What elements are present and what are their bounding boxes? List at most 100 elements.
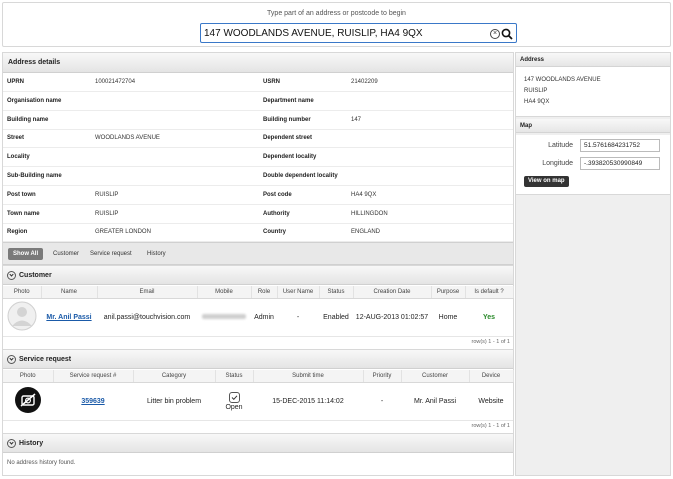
check-icon (228, 391, 240, 403)
detail-row: Post town RUISLIP Post code HA4 9QX (3, 186, 513, 205)
search-icon[interactable] (501, 28, 513, 40)
detail-label: USRN (263, 79, 281, 85)
column-header: Creation Date (353, 286, 432, 299)
customer-table-header: Photo Name Email Mobile Role User Name Status C… (3, 286, 514, 299)
detail-row: UPRN 100021472704 USRN 21402209 (3, 73, 513, 92)
customer-purpose: Home (431, 298, 465, 337)
detail-label: Post code (263, 191, 292, 198)
detail-label: Sub-Building name (7, 173, 62, 179)
customer-creation-date: 12-AUG-2013 01:02:57 (353, 298, 431, 337)
latitude-field[interactable] (580, 139, 660, 152)
column-header: Is default ? (465, 286, 514, 299)
detail-label: Dependent locality (263, 154, 317, 161)
detail-label: Building name (7, 116, 49, 123)
tab-customer[interactable]: Customer (53, 248, 79, 260)
detail-value: RUISLIP (95, 210, 119, 217)
customer-mobile (197, 298, 251, 337)
address-details-header: Address details (3, 53, 513, 73)
search-input[interactable] (204, 26, 484, 41)
address-details-title: Address details (8, 59, 61, 66)
latitude-label: Latitude (548, 142, 573, 149)
customer-username: - (277, 298, 319, 337)
main-column: Address details UPRN 100021472704 USRN 2140… (2, 52, 514, 476)
chevron-down-icon[interactable] (7, 355, 16, 364)
no-photo-icon (15, 387, 41, 413)
region-tabs: Show All Customer Service request Histor… (3, 242, 513, 265)
column-header: Name (41, 286, 98, 299)
longitude-label: Longitude (542, 160, 573, 167)
map-panel-title: Map (520, 123, 532, 129)
customer-email: anil.passi@touchvision.com (97, 298, 197, 337)
detail-label: UPRN (7, 79, 25, 85)
customer-header[interactable]: Customer (3, 265, 513, 285)
detail-value: HA4 9QX (351, 191, 377, 198)
service-request-customer: Mr. Anil Passi (401, 382, 469, 421)
detail-row: Street WOODLANDS AVENUE Dependent street (3, 129, 513, 149)
service-request-header[interactable]: Service request (3, 349, 513, 369)
history-header[interactable]: History (3, 433, 513, 453)
column-header: Category (133, 370, 216, 383)
detail-value: 100021472704 (95, 79, 136, 85)
column-header: Device (469, 370, 514, 383)
service-request-priority: - (363, 382, 401, 421)
view-on-map-button[interactable]: View on map (524, 176, 569, 187)
chevron-down-icon[interactable] (7, 271, 16, 280)
service-request-table: Photo Service request # Category Status Subm… (3, 370, 514, 421)
column-header: Status (319, 286, 354, 299)
detail-value: 147 (351, 116, 362, 123)
address-panel-header: Address (516, 53, 670, 67)
longitude-field[interactable] (580, 157, 660, 170)
service-request-table-header: Photo Service request # Category Status Subm… (3, 370, 514, 383)
detail-label: Post town (7, 191, 36, 198)
clear-icon[interactable]: × (490, 29, 500, 39)
history-title: History (19, 440, 44, 447)
detail-row: Building name Building number 147 (3, 111, 513, 130)
column-header: Service request # (53, 370, 134, 383)
column-header: Status (215, 370, 254, 383)
search-panel: Type part of an address or postcode to b… (2, 2, 671, 47)
avatar-icon (7, 301, 37, 331)
tab-show-all[interactable]: Show All (8, 248, 44, 260)
address-line-1: 147 WOODLANDS AVENUE (524, 77, 601, 83)
detail-value: GREATER LONDON (95, 229, 151, 236)
column-header: Customer (401, 370, 470, 383)
customer-rowcount: row(s) 1 - 1 of 1 (471, 339, 510, 345)
table-row[interactable]: Mr. Anil Passi anil.passi@touchvision.co… (3, 298, 513, 337)
photo-cell (3, 382, 53, 421)
service-request-category: Litter bin problem (133, 382, 215, 421)
detail-label: Locality (7, 154, 30, 161)
detail-row: Town name RUISLIP Authority HILLINGDON (3, 205, 513, 224)
column-header: Purpose (431, 286, 466, 299)
column-header: Photo (3, 370, 54, 383)
history-empty-message: No address history found. (7, 460, 76, 466)
tab-history[interactable]: History (147, 248, 166, 260)
chevron-down-icon[interactable] (7, 439, 16, 448)
map-panel-header: Map (516, 119, 670, 133)
tab-service-request[interactable]: Service request (90, 248, 132, 260)
service-request-status: Open (215, 382, 253, 421)
detail-label: Building number (263, 116, 311, 123)
detail-label: Department name (263, 97, 314, 104)
service-request-device: Website (469, 382, 513, 421)
table-row[interactable]: 359639 Litter bin problem Open 15-DEC-20… (3, 382, 513, 421)
detail-value: WOODLANDS AVENUE (95, 135, 160, 142)
detail-label: Country (263, 229, 286, 236)
customer-title: Customer (19, 272, 52, 279)
detail-label: Region (7, 229, 28, 236)
column-header: Email (97, 286, 198, 299)
service-request-rowcount: row(s) 1 - 1 of 1 (471, 423, 510, 429)
customer-name-link[interactable]: Mr. Anil Passi (46, 314, 91, 321)
status-label: Open (225, 403, 243, 411)
detail-row: Locality Dependent locality (3, 148, 513, 168)
search-box[interactable]: × (200, 23, 517, 43)
detail-value: HILLINGDON (351, 210, 388, 217)
side-column: Address 147 WOODLANDS AVENUE RUISLIP HA4… (515, 52, 671, 476)
service-request-number-link[interactable]: 359639 (81, 398, 104, 405)
column-header: Priority (363, 370, 402, 383)
detail-label: Town name (7, 210, 40, 217)
column-header: User Name (277, 286, 320, 299)
detail-label: Street (7, 135, 25, 142)
service-request-submit-time: 15-DEC-2015 11:14:02 (253, 382, 363, 421)
column-header: Submit time (253, 370, 364, 383)
column-header: Mobile (197, 286, 252, 299)
